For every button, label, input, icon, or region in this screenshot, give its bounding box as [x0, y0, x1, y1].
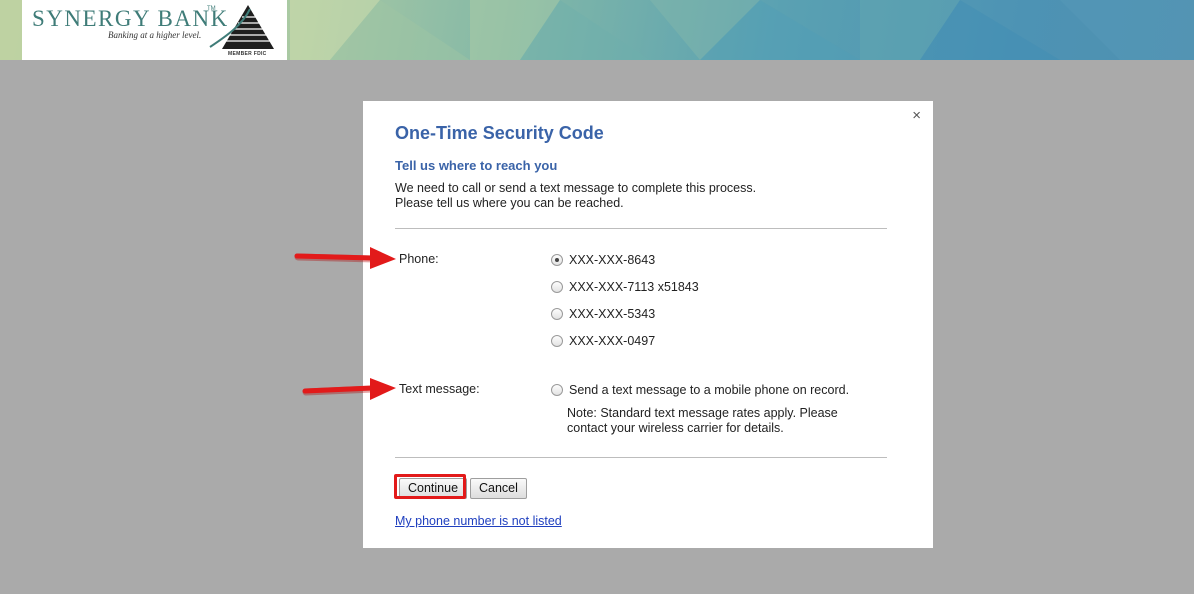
- description-line-2: Please tell us where you can be reached.: [395, 196, 624, 210]
- text-message-radio[interactable]: [551, 384, 563, 396]
- dialog-description: We need to call or send a text message t…: [395, 181, 835, 211]
- bank-logo[interactable]: SYNERGY BANK TM Banking at a higher leve…: [22, 0, 287, 60]
- phone-label: Phone:: [399, 252, 439, 266]
- page-header: SYNERGY BANK TM Banking at a higher leve…: [0, 0, 1194, 60]
- phone-option-label: XXX-XXX-8643: [569, 253, 656, 267]
- phone-not-listed-link[interactable]: My phone number is not listed: [395, 514, 562, 528]
- phone-option-5343[interactable]: XXX-XXX-5343: [551, 307, 655, 321]
- logo-tagline: Banking at a higher level.: [108, 30, 202, 40]
- text-message-option[interactable]: Send a text message to a mobile phone on…: [551, 383, 849, 397]
- dialog-subtitle: Tell us where to reach you: [395, 158, 558, 173]
- phone-option-label: XXX-XXX-7113 x51843: [569, 280, 699, 294]
- bottom-divider: [395, 457, 887, 458]
- phone-radio-3[interactable]: [551, 308, 563, 320]
- phone-radio-4[interactable]: [551, 335, 563, 347]
- note-line-1: Note: Standard text message rates apply.…: [567, 406, 838, 420]
- logo-wordmark: SYNERGY BANK: [32, 6, 229, 31]
- continue-highlight-annotation: [394, 474, 466, 499]
- text-message-option-label: Send a text message to a mobile phone on…: [569, 383, 850, 397]
- phone-option-7113[interactable]: XXX-XXX-7113 x51843: [551, 280, 699, 294]
- phone-arrow-annotation-icon: [294, 247, 396, 269]
- phone-radio-1[interactable]: [551, 254, 563, 266]
- description-line-1: We need to call or send a text message t…: [395, 181, 757, 195]
- dialog-title: One-Time Security Code: [395, 123, 604, 143]
- phone-radio-2[interactable]: [551, 281, 563, 293]
- text-message-label: Text message:: [399, 382, 480, 396]
- note-line-2: contact your wireless carrier for detail…: [567, 421, 784, 435]
- text-rates-note: Note: Standard text message rates apply.…: [567, 406, 867, 436]
- phone-option-label: XXX-XXX-0497: [569, 334, 656, 348]
- phone-option-0497[interactable]: XXX-XXX-0497: [551, 334, 655, 348]
- phone-option-label: XXX-XXX-5343: [569, 307, 656, 321]
- close-icon[interactable]: ×: [912, 108, 921, 123]
- member-fdic-text: MEMBER FDIC: [228, 51, 267, 57]
- top-divider: [395, 228, 887, 229]
- text-message-arrow-annotation-icon: [302, 378, 396, 400]
- security-code-dialog: × One-Time Security Code Tell us where t…: [363, 101, 933, 548]
- pyramid-logo-icon: [209, 5, 274, 49]
- phone-option-8643[interactable]: XXX-XXX-8643: [551, 253, 655, 267]
- cancel-button[interactable]: Cancel: [470, 478, 527, 499]
